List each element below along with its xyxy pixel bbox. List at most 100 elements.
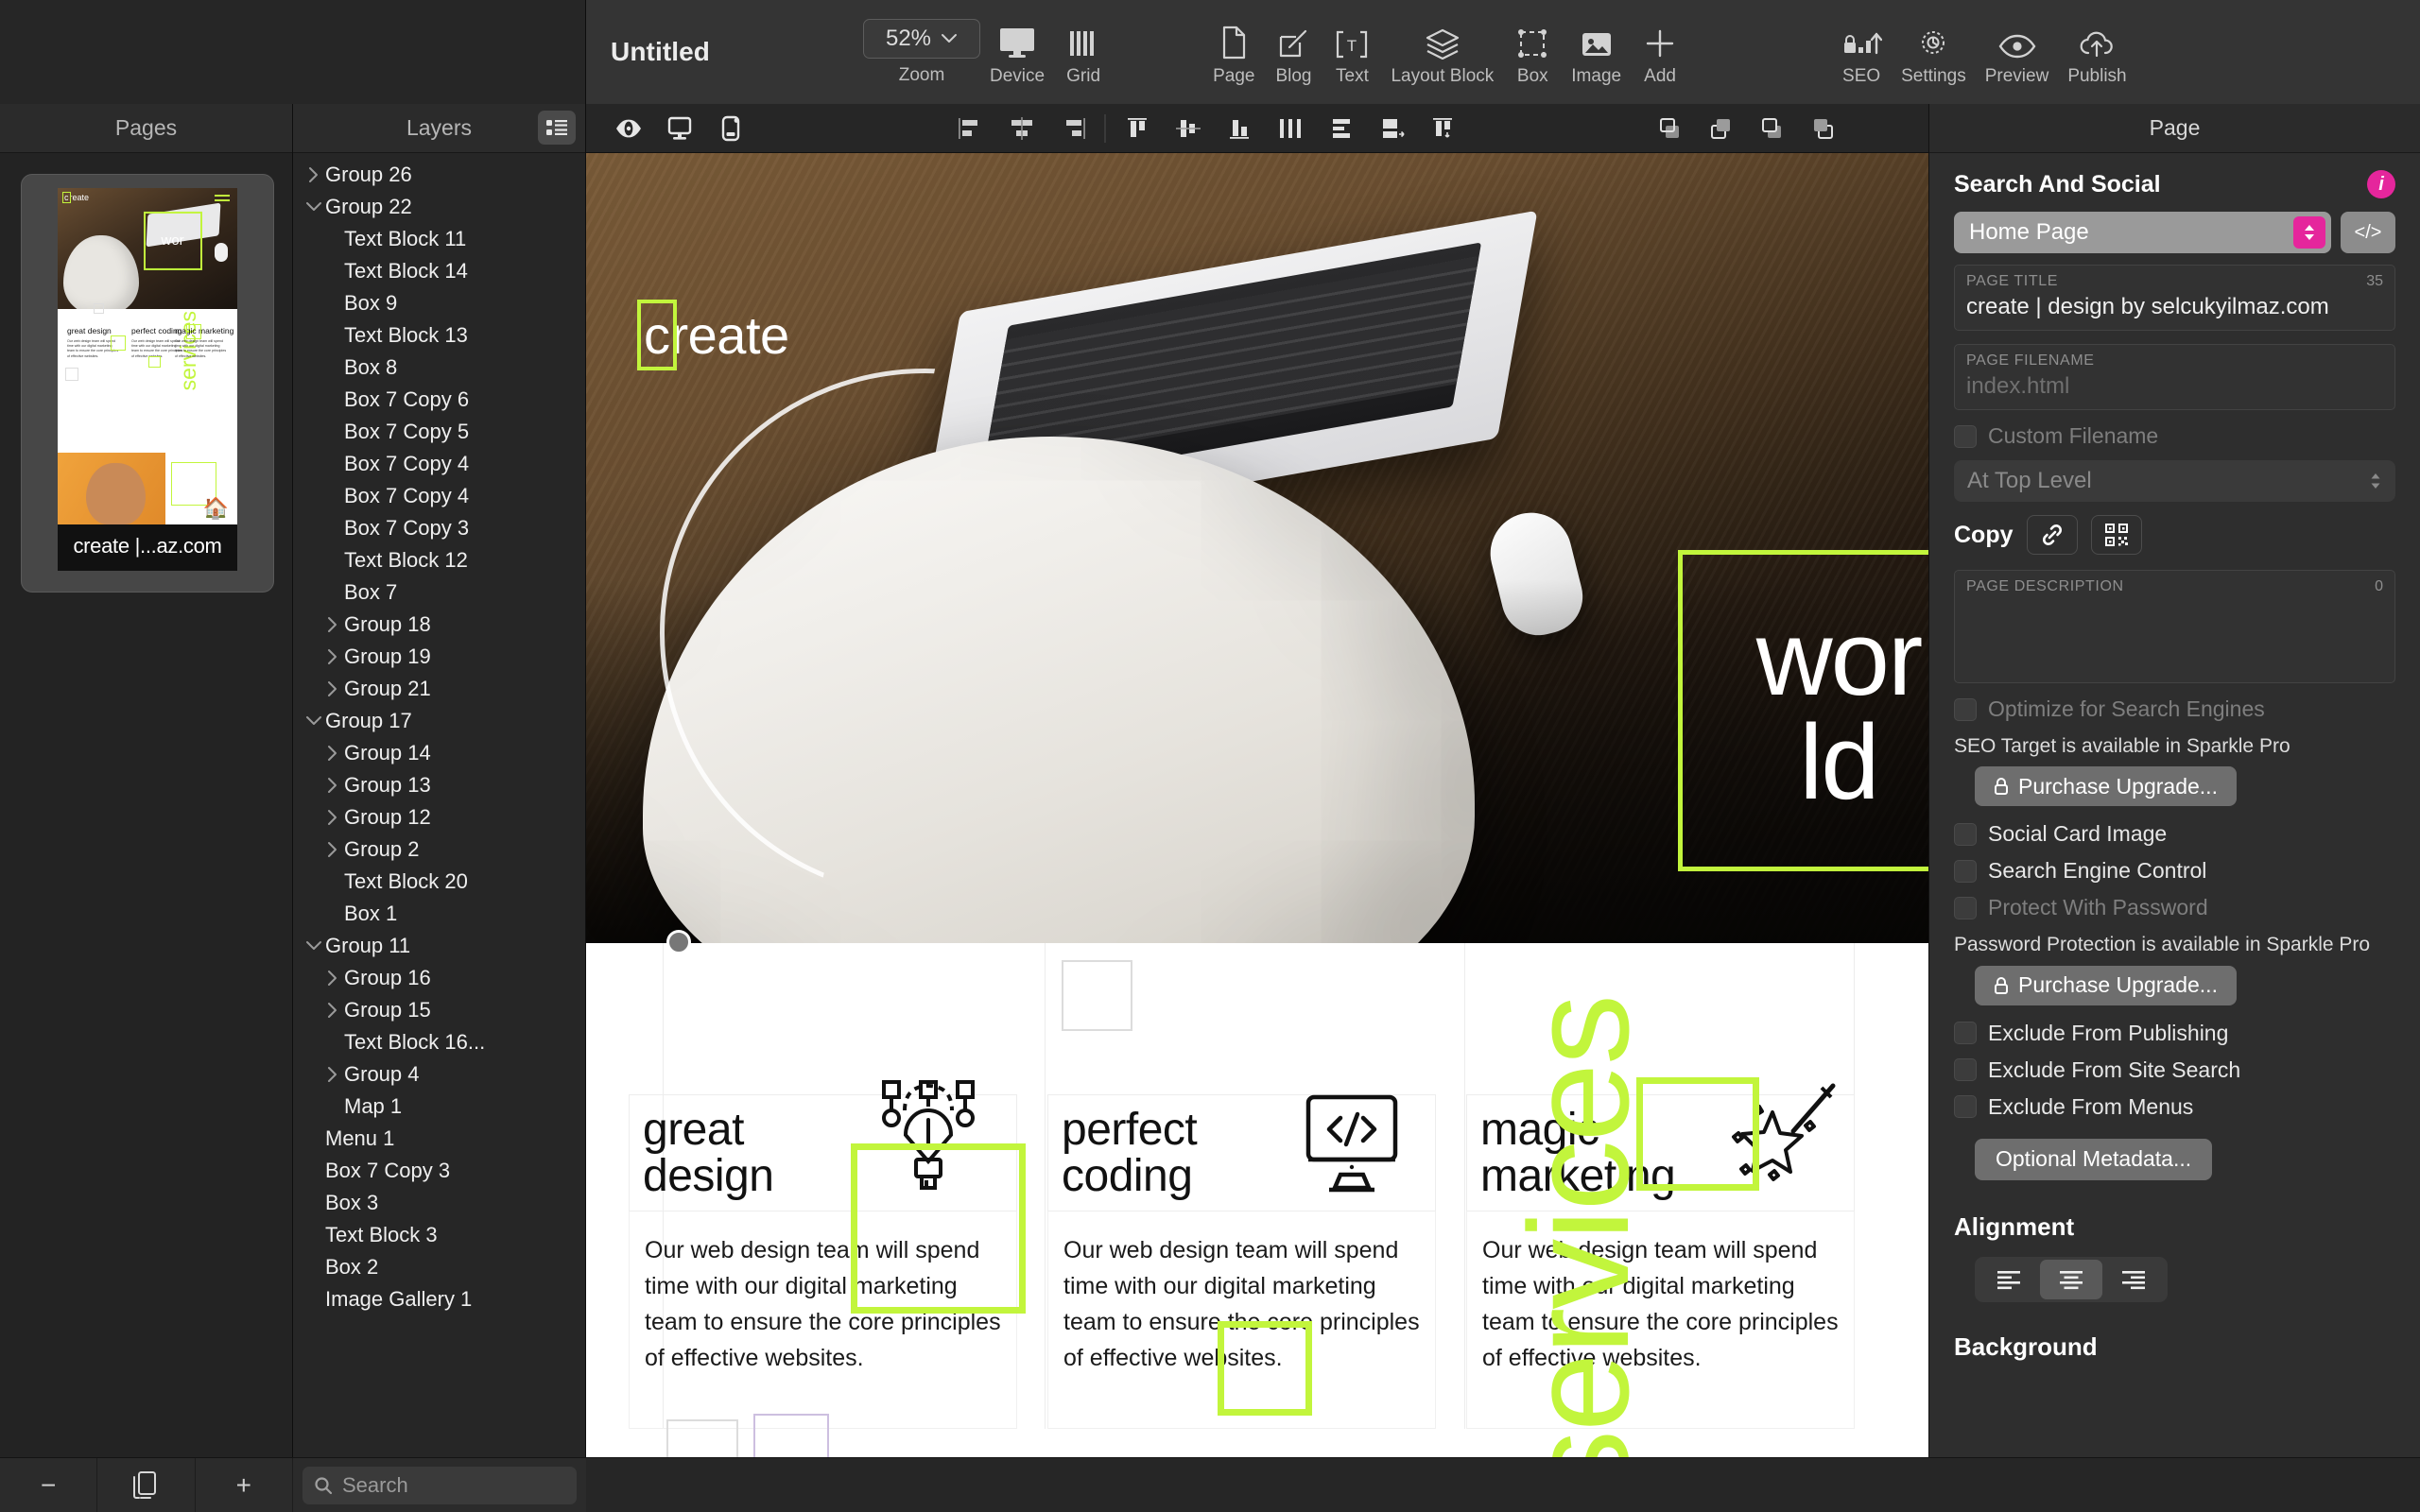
layer-row[interactable]: Text Block 14: [293, 255, 585, 287]
align-right-button[interactable]: [2102, 1260, 2165, 1299]
layer-row[interactable]: Box 7 Copy 4: [293, 448, 585, 480]
exclude-publishing-checkbox[interactable]: [1954, 1022, 1977, 1045]
optimize-seo-checkbox[interactable]: [1954, 697, 1977, 721]
align-bottom-icon[interactable]: [1214, 110, 1265, 147]
layer-row[interactable]: Text Block 12: [293, 544, 585, 576]
search-input[interactable]: Search: [302, 1466, 577, 1504]
align-top-icon[interactable]: [1112, 110, 1163, 147]
placeholder-box-lavender[interactable]: [753, 1414, 829, 1457]
chevron-right-icon[interactable]: [321, 680, 344, 697]
layer-row[interactable]: Box 7 Copy 3: [293, 512, 585, 544]
layer-row[interactable]: Group 18: [293, 609, 585, 641]
layer-row[interactable]: Box 9: [293, 287, 585, 319]
layer-row[interactable]: Box 8: [293, 352, 585, 384]
layer-row[interactable]: Group 15: [293, 994, 585, 1026]
layer-row[interactable]: Menu 1: [293, 1123, 585, 1155]
toolbar-settings-button[interactable]: Settings: [1892, 9, 1976, 95]
custom-filename-row[interactable]: Custom Filename: [1954, 423, 2395, 449]
copy-qr-button[interactable]: [2090, 515, 2142, 555]
toolbar-device-button[interactable]: Device: [980, 9, 1054, 95]
service-card[interactable]: perfect coding Our web design team will …: [1047, 1094, 1466, 1429]
page-thumbnail-card[interactable]: create wor services great design Our web…: [21, 174, 274, 593]
stepper-icon[interactable]: [2293, 216, 2325, 249]
send-backward-icon[interactable]: [1645, 110, 1696, 147]
layer-row[interactable]: Box 7 Copy 6: [293, 384, 585, 416]
bring-to-front-icon[interactable]: [1798, 110, 1849, 147]
social-card-image-row[interactable]: Social Card Image: [1954, 821, 2395, 847]
search-engine-control-checkbox[interactable]: [1954, 859, 1977, 883]
service-card[interactable]: great design Our web design team will sp…: [629, 1080, 1047, 1457]
chevron-right-icon[interactable]: [321, 970, 344, 987]
chevron-down-icon[interactable]: [302, 715, 325, 727]
layer-row[interactable]: Group 4: [293, 1058, 585, 1091]
visibility-eye-icon[interactable]: [603, 110, 654, 147]
chevron-right-icon[interactable]: [321, 745, 344, 762]
toolbar-layout-block-button[interactable]: Layout Block: [1381, 9, 1503, 95]
chevron-right-icon[interactable]: [321, 616, 344, 633]
layer-row[interactable]: Group 19: [293, 641, 585, 673]
layer-row[interactable]: Map 1: [293, 1091, 585, 1123]
exclude-menus-row[interactable]: Exclude From Menus: [1954, 1094, 2395, 1120]
toolbar-text-button[interactable]: T Text: [1322, 9, 1381, 95]
exclude-publishing-row[interactable]: Exclude From Publishing: [1954, 1021, 2395, 1046]
align-distribute-right-icon[interactable]: [1367, 110, 1418, 147]
toolbar-preview-button[interactable]: Preview: [1976, 9, 2059, 95]
layer-row[interactable]: Box 7 Copy 5: [293, 416, 585, 448]
services-vertical-label[interactable]: services: [1499, 996, 1658, 1457]
layer-row[interactable]: Group 17: [293, 705, 585, 737]
chevron-right-icon[interactable]: [321, 648, 344, 665]
optional-metadata-button[interactable]: Optional Metadata...: [1975, 1138, 2213, 1180]
search-engine-control-row[interactable]: Search Engine Control: [1954, 858, 2395, 884]
page-title-field[interactable]: PAGE TITLE 35 create | design by selcuky…: [1954, 265, 2395, 331]
toolbar-page-button[interactable]: Page: [1203, 9, 1264, 95]
zoom-control[interactable]: 52% Zoom: [863, 9, 981, 95]
selection-box-2[interactable]: [1218, 1321, 1312, 1416]
exclude-site-search-row[interactable]: Exclude From Site Search: [1954, 1057, 2395, 1083]
layer-row[interactable]: Group 16: [293, 962, 585, 994]
chevron-right-icon[interactable]: [302, 166, 325, 183]
code-view-button[interactable]: </>: [2341, 212, 2395, 253]
toolbar-blog-button[interactable]: Blog: [1264, 9, 1322, 95]
chevron-right-icon[interactable]: [321, 1066, 344, 1083]
send-to-back-icon[interactable]: [1747, 110, 1798, 147]
toolbar-publish-button[interactable]: Publish: [2058, 9, 2135, 95]
zoom-select[interactable]: 52%: [863, 18, 981, 59]
layer-row[interactable]: Text Block 3: [293, 1219, 585, 1251]
layer-row[interactable]: Group 22: [293, 191, 585, 223]
align-center-horizontal-icon[interactable]: [996, 110, 1047, 147]
chevron-down-icon[interactable]: [302, 940, 325, 952]
layer-row[interactable]: Text Block 13: [293, 319, 585, 352]
optimize-seo-row[interactable]: Optimize for Search Engines: [1954, 696, 2395, 722]
layer-row[interactable]: Group 2: [293, 833, 585, 866]
toolbar-box-button[interactable]: Box: [1503, 9, 1562, 95]
remove-page-button[interactable]: −: [0, 1458, 98, 1512]
layer-row[interactable]: Box 7: [293, 576, 585, 609]
chevron-right-icon[interactable]: [321, 809, 344, 826]
layers-tree[interactable]: Group 26 Group 22 Text Block 11 Text Block …: [293, 153, 585, 1457]
canvas-viewport[interactable]: create wor ld services great design Our …: [586, 153, 1928, 1457]
layer-row[interactable]: Text Block 11: [293, 223, 585, 255]
chevron-right-icon[interactable]: [321, 1002, 344, 1019]
align-left-button[interactable]: [1978, 1260, 2040, 1299]
page-level-select[interactable]: At Top Level: [1954, 460, 2395, 502]
distribute-vertical-icon[interactable]: [1316, 110, 1367, 147]
layer-row[interactable]: Image Gallery 1: [293, 1283, 585, 1315]
duplicate-page-button[interactable]: [97, 1458, 196, 1512]
layer-row[interactable]: Box 7 Copy 3: [293, 1155, 585, 1187]
align-distribute-down-icon[interactable]: [1418, 110, 1469, 147]
purchase-upgrade-seo-button[interactable]: Purchase Upgrade...: [1975, 766, 2237, 807]
layer-row[interactable]: Box 3: [293, 1187, 585, 1219]
layers-list-toggle-button[interactable]: [538, 111, 576, 145]
layer-row[interactable]: Box 2: [293, 1251, 585, 1283]
align-middle-icon[interactable]: [1163, 110, 1214, 147]
align-right-icon[interactable]: [1047, 110, 1098, 147]
page-type-select[interactable]: Home Page: [1954, 212, 2331, 253]
social-card-image-checkbox[interactable]: [1954, 822, 1977, 846]
hero-create-text[interactable]: create: [637, 300, 789, 370]
chevron-down-icon[interactable]: [302, 201, 325, 213]
protect-with-password-row[interactable]: Protect With Password: [1954, 895, 2395, 920]
align-center-button[interactable]: [2040, 1259, 2102, 1299]
placeholder-box-bottom-left[interactable]: [666, 1419, 738, 1457]
toolbar-grid-button[interactable]: Grid: [1054, 9, 1113, 95]
layer-row[interactable]: Group 14: [293, 737, 585, 769]
